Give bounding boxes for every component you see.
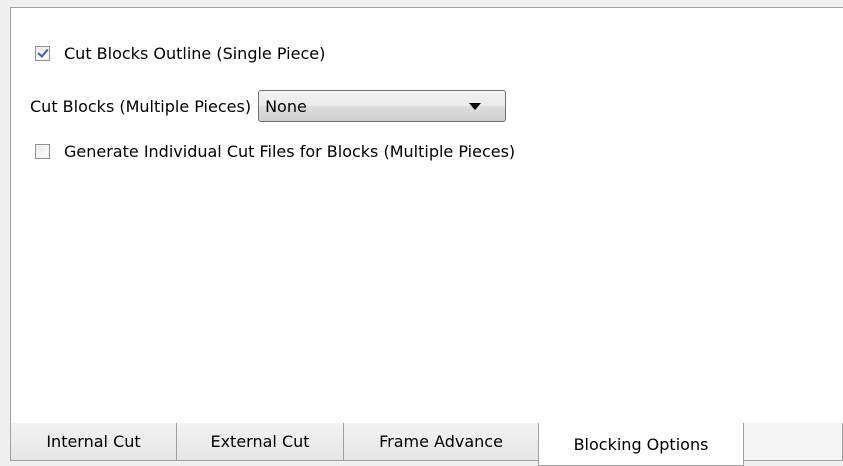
tab-frame-advance[interactable]: Frame Advance: [343, 423, 539, 461]
cut-blocks-outline-row[interactable]: Cut Blocks Outline (Single Piece): [35, 44, 325, 63]
tab-bar: Internal Cut External Cut Frame Advance …: [10, 423, 843, 466]
cut-blocks-multiple-dropdown[interactable]: None: [258, 90, 507, 122]
tab-internal-cut[interactable]: Internal Cut: [10, 423, 177, 461]
cut-blocks-outline-checkbox[interactable]: [35, 46, 50, 61]
blocking-options-panel: Cut Blocks Outline (Single Piece) Cut Bl…: [10, 7, 843, 423]
cut-blocks-multiple-label: Cut Blocks (Multiple Pieces): [30, 96, 252, 116]
individual-cut-files-row[interactable]: Generate Individual Cut Files for Blocks…: [35, 142, 515, 161]
tab-external-cut[interactable]: External Cut: [176, 423, 344, 461]
dropdown-selected-value: None: [265, 96, 307, 116]
tab-bar-empty-space: [743, 423, 843, 461]
tab-blocking-options[interactable]: Blocking Options: [538, 423, 744, 466]
cut-blocks-outline-label[interactable]: Cut Blocks Outline (Single Piece): [64, 44, 325, 63]
cut-blocks-multiple-row: Cut Blocks (Multiple Pieces) None: [30, 90, 507, 122]
blocking-options-window: Cut Blocks Outline (Single Piece) Cut Bl…: [0, 0, 843, 466]
chevron-down-icon: [469, 102, 482, 110]
individual-cut-files-label[interactable]: Generate Individual Cut Files for Blocks…: [64, 142, 515, 161]
individual-cut-files-checkbox[interactable]: [35, 144, 50, 159]
